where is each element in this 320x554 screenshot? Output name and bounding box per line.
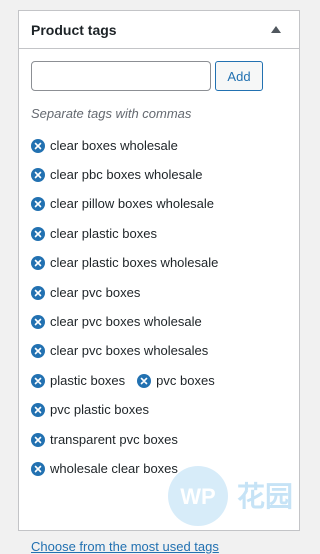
- tag-item: clear pillow boxes wholesale: [31, 190, 289, 219]
- remove-tag-icon[interactable]: [31, 461, 45, 476]
- tag-label: clear pvc boxes wholesale: [50, 314, 202, 330]
- remove-tag-icon[interactable]: [31, 226, 45, 241]
- remove-tag-icon[interactable]: [31, 373, 45, 388]
- tag-label: clear plastic boxes wholesale: [50, 255, 219, 271]
- tag-label: wholesale clear boxes: [50, 460, 178, 476]
- tag-item: clear pvc boxes wholesale: [31, 307, 289, 336]
- tag-label: clear boxes wholesale: [50, 137, 178, 153]
- toggle-panel-button[interactable]: [265, 19, 287, 41]
- tag-label: plastic boxes: [50, 372, 126, 388]
- new-tag-input[interactable]: [31, 61, 211, 91]
- tag-item: pvc plastic boxes: [31, 396, 289, 425]
- tag-label: clear pvc boxes wholesales: [50, 343, 209, 359]
- tag-item: clear boxes wholesale: [31, 131, 289, 160]
- tag-item: clear plastic boxes: [31, 219, 289, 248]
- remove-tag-icon[interactable]: [31, 403, 45, 418]
- remove-tag-icon[interactable]: [31, 168, 45, 183]
- tag-item: pvc boxes: [137, 366, 215, 395]
- remove-tag-icon[interactable]: [31, 256, 45, 271]
- tag-label: clear pvc boxes: [50, 284, 141, 300]
- tag-item: plastic boxes: [31, 366, 125, 395]
- tag-list: clear boxes wholesale clear pbc boxes wh…: [31, 131, 289, 484]
- tag-item: clear pvc boxes wholesales: [31, 337, 289, 366]
- tag-item: wholesale clear boxes: [31, 454, 289, 483]
- choose-most-used-tags-link[interactable]: Choose from the most used tags: [31, 539, 261, 554]
- tag-item: clear pvc boxes: [31, 278, 289, 307]
- remove-tag-icon[interactable]: [31, 315, 45, 330]
- tag-item: transparent pvc boxes: [31, 425, 289, 454]
- tag-label: pvc plastic boxes: [50, 402, 149, 418]
- tag-label: transparent pvc boxes: [50, 431, 178, 447]
- tag-label: clear plastic boxes: [50, 225, 157, 241]
- tag-item: clear plastic boxes wholesale: [31, 249, 289, 278]
- add-tag-button[interactable]: Add: [215, 61, 263, 91]
- box-title: Product tags: [31, 21, 117, 38]
- box-header: Product tags: [19, 11, 299, 49]
- tag-hint: Separate tags with commas: [31, 106, 192, 121]
- remove-tag-icon[interactable]: [31, 432, 45, 447]
- tag-label: pvc boxes: [156, 372, 215, 388]
- tag-item: clear pbc boxes wholesale: [31, 160, 289, 189]
- remove-tag-icon[interactable]: [31, 344, 45, 359]
- triangle-up-icon: [271, 26, 281, 33]
- remove-tag-icon[interactable]: [31, 197, 45, 212]
- tag-label: clear pillow boxes wholesale: [50, 196, 215, 212]
- box-content: Add Separate tags with commas clear boxe…: [19, 49, 299, 554]
- tag-label: clear pbc boxes wholesale: [50, 167, 203, 183]
- product-tags-box: Product tags Add Separate tags with comm…: [18, 10, 300, 554]
- remove-tag-icon[interactable]: [31, 285, 45, 300]
- remove-tag-icon[interactable]: [31, 138, 45, 153]
- add-tag-row: Add: [31, 61, 287, 91]
- remove-tag-icon[interactable]: [137, 373, 152, 388]
